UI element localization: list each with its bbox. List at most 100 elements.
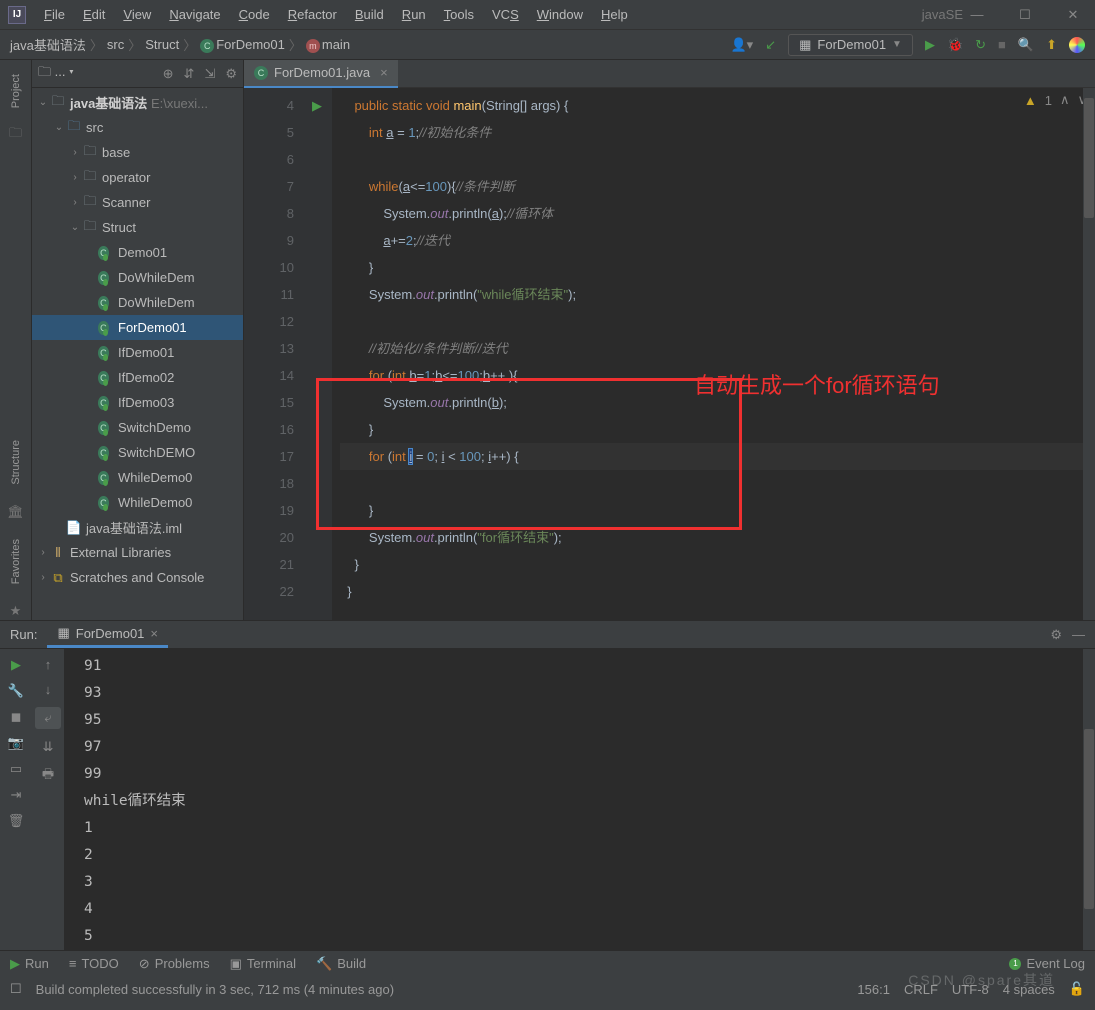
- tree-row[interactable]: CWhileDemo0: [32, 465, 243, 490]
- print-icon[interactable]: 🖶: [42, 765, 54, 787]
- soft-wrap-icon[interactable]: ⤶: [35, 707, 61, 729]
- exit-icon[interactable]: ⇥: [11, 787, 22, 803]
- editor-tab-fordemo01[interactable]: C ForDemo01.java ×: [244, 60, 398, 88]
- prev-highlight-icon[interactable]: ∧: [1060, 92, 1070, 108]
- editor-scrollbar[interactable]: [1083, 88, 1095, 620]
- menu-tools[interactable]: Tools: [436, 4, 482, 25]
- caret-position[interactable]: 156:1: [857, 982, 890, 997]
- folder-icon[interactable]: 🗀: [7, 126, 25, 144]
- tree-row[interactable]: CWhileDemo0: [32, 490, 243, 515]
- tree-row[interactable]: CIfDemo03: [32, 390, 243, 415]
- tree-row[interactable]: CDoWhileDem: [32, 265, 243, 290]
- camera-icon[interactable]: 📷: [8, 735, 24, 751]
- menu-help[interactable]: Help: [593, 4, 636, 25]
- run-scrollbar[interactable]: [1083, 649, 1095, 950]
- code-area[interactable]: public static void main(String[] args) {…: [332, 88, 1095, 620]
- build-tool-button[interactable]: 🔨 Build: [316, 956, 366, 972]
- structure-icon[interactable]: 🏛: [7, 503, 25, 521]
- tree-row[interactable]: CDoWhileDem: [32, 290, 243, 315]
- tree-row[interactable]: ›⫴External Libraries: [32, 540, 243, 565]
- tree-row[interactable]: ›🗀Scanner: [32, 190, 243, 215]
- menu-vcs[interactable]: VCS: [484, 4, 527, 25]
- run-tab-label: ForDemo01: [76, 626, 145, 641]
- tree-row[interactable]: ⌄🗀src: [32, 115, 243, 140]
- menu-navigate[interactable]: Navigate: [161, 4, 228, 25]
- run-tab[interactable]: ▦ ForDemo01 ×: [47, 621, 168, 648]
- tree-row[interactable]: CIfDemo02: [32, 365, 243, 390]
- lock-icon[interactable]: 🔓: [1069, 981, 1085, 997]
- run-settings-icon[interactable]: ⚙: [1050, 627, 1062, 643]
- maximize-button[interactable]: ☐: [1011, 7, 1039, 23]
- left-tool-sidebar: Project 🗀 Structure 🏛 Favorites ★: [0, 60, 32, 620]
- update-icon[interactable]: ↙: [765, 37, 776, 53]
- tree-row[interactable]: CForDemo01: [32, 315, 243, 340]
- stop-icon[interactable]: ◼: [11, 709, 22, 725]
- expand-icon[interactable]: ⇵: [184, 66, 195, 82]
- menu-view[interactable]: View: [115, 4, 159, 25]
- commit-icon[interactable]: ⬆: [1046, 37, 1057, 53]
- navigation-bar: java基础语法〉src〉Struct〉CForDemo01〉mmain 👤▾ …: [0, 30, 1095, 60]
- warning-icon[interactable]: ▲: [1024, 93, 1037, 108]
- close-run-tab-icon[interactable]: ×: [150, 626, 158, 641]
- up-icon[interactable]: ↑: [45, 657, 52, 672]
- status-icon[interactable]: ☐: [10, 981, 22, 997]
- tree-row[interactable]: ›🗀operator: [32, 165, 243, 190]
- menu-run[interactable]: Run: [394, 4, 434, 25]
- collapse-icon[interactable]: ⇲: [204, 66, 215, 82]
- star-icon[interactable]: ★: [7, 602, 25, 620]
- project-tree[interactable]: ⌄🗀java基础语法 E:\xuexi...⌄🗀src›🗀base›🗀opera…: [32, 88, 243, 620]
- event-log-button[interactable]: 1Event Log: [1009, 956, 1085, 971]
- breadcrumb-item[interactable]: Struct: [145, 37, 179, 52]
- menu-build[interactable]: Build: [347, 4, 392, 25]
- menu-code[interactable]: Code: [231, 4, 278, 25]
- problems-tool-button[interactable]: ⊘ Problems: [139, 956, 210, 972]
- run-tool-button[interactable]: ▶Run: [10, 956, 49, 972]
- search-icon[interactable]: 🔍: [1018, 37, 1034, 53]
- tree-row[interactable]: 📄java基础语法.iml: [32, 515, 243, 540]
- user-icon[interactable]: 👤▾: [730, 37, 753, 53]
- run-hide-icon[interactable]: —: [1072, 627, 1085, 642]
- line-gutter[interactable]: 45678910111213141516171819202122: [244, 88, 302, 620]
- todo-tool-button[interactable]: ≡ TODO: [69, 956, 119, 971]
- minimize-button[interactable]: ―: [963, 7, 991, 23]
- terminal-tool-button[interactable]: ▣ Terminal: [230, 956, 296, 972]
- menu-file[interactable]: File: [36, 4, 73, 25]
- run-button[interactable]: ▶: [925, 37, 935, 53]
- run-output[interactable]: 91 93 95 97 99 while循环结束 1 2 3 4 5: [64, 649, 1083, 950]
- tree-row[interactable]: ⌄🗀Struct: [32, 215, 243, 240]
- run-config-dropdown[interactable]: ▦ ForDemo01 ▼: [788, 34, 913, 56]
- breadcrumb-item[interactable]: src: [107, 37, 124, 52]
- favorites-tool-tab[interactable]: Favorites: [10, 533, 22, 590]
- tree-row[interactable]: ›⧉Scratches and Console: [32, 565, 243, 590]
- tree-row[interactable]: ›🗀base: [32, 140, 243, 165]
- stop-button[interactable]: ■: [998, 37, 1006, 52]
- close-tab-icon[interactable]: ×: [380, 65, 388, 80]
- project-tool-tab[interactable]: Project: [10, 68, 22, 114]
- settings-icon[interactable]: ⚙: [225, 66, 237, 82]
- breadcrumb-item[interactable]: mmain: [306, 37, 350, 53]
- layout-icon[interactable]: ▭: [10, 761, 22, 777]
- tree-row[interactable]: CSwitchDemo: [32, 415, 243, 440]
- structure-tool-tab[interactable]: Structure: [10, 434, 22, 491]
- menu-refactor[interactable]: Refactor: [280, 4, 345, 25]
- project-view-dropdown[interactable]: 🗀 ... ▾: [38, 63, 74, 85]
- tree-row[interactable]: CSwitchDEMO: [32, 440, 243, 465]
- target-icon[interactable]: ⊕: [163, 66, 174, 82]
- menu-edit[interactable]: Edit: [75, 4, 113, 25]
- close-button[interactable]: ✕: [1059, 7, 1087, 23]
- scroll-end-icon[interactable]: ⇊: [43, 739, 54, 755]
- rerun-icon[interactable]: ▶: [11, 657, 21, 673]
- tree-row[interactable]: CDemo01: [32, 240, 243, 265]
- tree-row[interactable]: CIfDemo01: [32, 340, 243, 365]
- breadcrumb-item[interactable]: java基础语法: [10, 35, 86, 54]
- debug-button[interactable]: 🐞: [947, 37, 963, 53]
- menu-window[interactable]: Window: [529, 4, 591, 25]
- down-icon[interactable]: ↓: [45, 682, 52, 697]
- wrench-icon[interactable]: 🔧: [8, 683, 24, 699]
- tree-row[interactable]: ⌄🗀java基础语法 E:\xuexi...: [32, 90, 243, 115]
- trash-icon[interactable]: 🗑: [8, 813, 25, 829]
- ide-services-icon[interactable]: [1069, 37, 1085, 53]
- run-config-icon: ▦: [57, 625, 69, 641]
- coverage-button[interactable]: ↻: [975, 37, 986, 53]
- breadcrumb-item[interactable]: CForDemo01: [200, 37, 285, 53]
